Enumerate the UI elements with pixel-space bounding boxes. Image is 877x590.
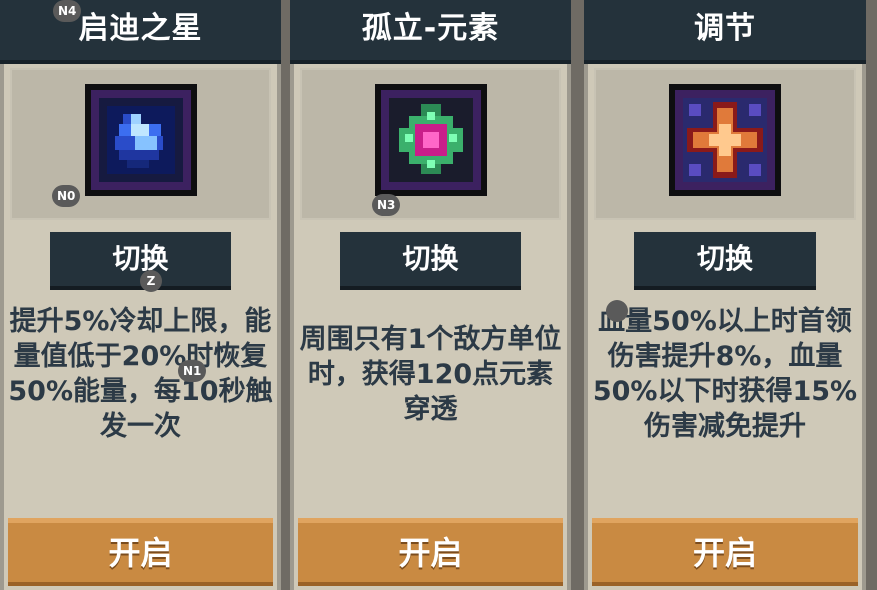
talent-card-1: 孤立-元素 切换 周围只有1个敌方单位时，获得120点元素穿透 开启: [290, 0, 571, 590]
open-button[interactable]: 开启: [8, 518, 273, 586]
card-description: 血量50%以上时首领伤害提升8%，血量50%以下时获得15%伤害减免提升: [592, 306, 858, 442]
badge-n3: N3: [372, 194, 401, 216]
badge-n4: N4: [53, 0, 82, 22]
switch-button[interactable]: 切换: [340, 232, 521, 290]
card-title: 启迪之星: [0, 0, 281, 64]
badge-n0: N0: [52, 185, 81, 207]
orange-star-icon: [669, 84, 781, 196]
switch-button[interactable]: 切换: [634, 232, 816, 290]
talent-card-0: 启迪之星 切换 提升5%冷却上限，能量值低于20%时恢复50%能量，每10秒触发…: [0, 0, 281, 590]
icon-panel: [594, 68, 856, 220]
badge-n1: N1: [178, 360, 207, 382]
card-description: 周围只有1个敌方单位时，获得120点元素穿透: [299, 324, 562, 425]
open-button[interactable]: 开启: [298, 518, 563, 586]
card-title: 调节: [584, 0, 866, 64]
talent-card-2: 调节 切换 血量50%以上时首领伤害提升8%，血量50%以下时获得15%伤害减免…: [584, 0, 866, 590]
icon-panel: [10, 68, 271, 220]
card-description: 提升5%冷却上限，能量值低于20%时恢复50%能量，每10秒触发一次: [8, 306, 273, 442]
badge-z: Z: [140, 270, 162, 292]
open-button[interactable]: 开启: [592, 518, 858, 586]
icon-panel: [300, 68, 561, 220]
badge-dot: [606, 300, 628, 322]
card-title: 孤立-元素: [290, 0, 571, 64]
blue-crystal-icon: [84, 84, 197, 196]
green-pink-gem-icon: [374, 84, 487, 196]
